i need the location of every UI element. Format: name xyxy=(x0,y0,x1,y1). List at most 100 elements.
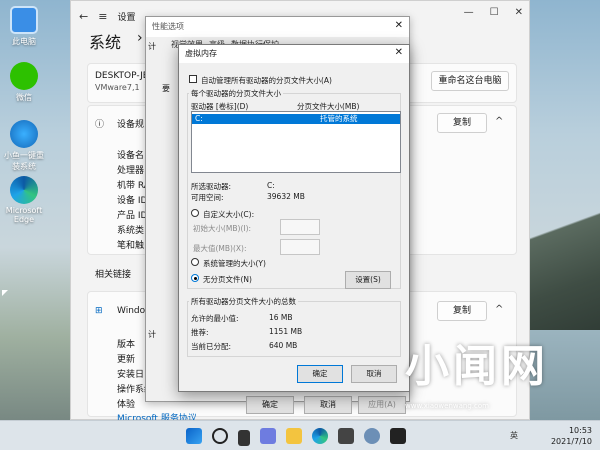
recommended-label: 推荐: xyxy=(191,328,209,337)
edge-icon[interactable] xyxy=(312,428,328,444)
dialog-title: 性能选项 xyxy=(146,17,409,37)
free-space-value: 39632 MB xyxy=(267,192,305,201)
min-allowed-value: 16 MB xyxy=(269,313,293,322)
desktop-icon-reinstall[interactable]: 小鱼一键重装系统 xyxy=(4,120,44,172)
spec-label: 系统类 xyxy=(117,226,145,236)
custom-size-radio[interactable] xyxy=(191,209,199,217)
min-allowed-label: 允许的最小值: xyxy=(191,314,239,323)
current-allocated-label: 当前已分配: xyxy=(191,342,232,351)
edge-icon xyxy=(10,176,38,204)
selected-drive-value: C: xyxy=(267,181,275,190)
spec-label: 处理器 xyxy=(117,166,145,176)
system-managed-label: 系统管理的大小(Y) xyxy=(203,259,266,268)
window-title: 设置 xyxy=(117,12,136,23)
selected-drive-label: 所选驱动器: xyxy=(191,182,232,191)
widgets-icon[interactable] xyxy=(260,428,276,444)
spec-label: 设备 ID xyxy=(117,196,148,206)
app-icon[interactable] xyxy=(390,428,406,444)
perf-side-label: 要 xyxy=(162,84,170,93)
perf-side-label: 计 xyxy=(148,42,156,51)
drive-row[interactable]: C: 托管的系统 xyxy=(192,114,400,124)
task-view-icon[interactable] xyxy=(238,430,250,446)
perf-cancel-button[interactable]: 取消 xyxy=(304,396,352,414)
start-icon[interactable] xyxy=(186,428,202,444)
store-icon[interactable] xyxy=(338,428,354,444)
clock-time: 10:53 xyxy=(568,426,592,435)
minimize-icon[interactable]: — xyxy=(464,7,474,18)
close-icon[interactable]: ✕ xyxy=(395,47,403,58)
related-links-label: 相关链接 xyxy=(95,270,132,280)
desktop-icon-label: Microsoft Edge xyxy=(5,206,43,224)
initial-size-input[interactable] xyxy=(280,219,320,235)
close-icon[interactable]: ✕ xyxy=(515,7,523,18)
drive-letter: C: xyxy=(195,114,203,123)
desktop-icon-label: 微信 xyxy=(16,93,32,102)
chevron-up-icon[interactable]: ^ xyxy=(495,304,503,315)
max-size-label: 最大值(MB)(X): xyxy=(193,244,247,253)
spec-label: 设备名 xyxy=(117,151,145,161)
taskbar: 英 10:53 2021/7/10 xyxy=(0,420,600,450)
watermark-text: 小闻网 xyxy=(405,341,549,392)
recommended-value: 1151 MB xyxy=(269,327,303,336)
no-paging-radio[interactable] xyxy=(191,274,199,282)
max-size-input[interactable] xyxy=(280,239,320,255)
breadcrumb-chevron-icon: › xyxy=(137,30,143,46)
app-icon xyxy=(10,120,38,148)
set-button[interactable]: 设置(S) xyxy=(345,271,391,289)
desktop-icon-edge[interactable]: Microsoft Edge xyxy=(4,176,44,224)
drive-size: 托管的系统 xyxy=(320,114,358,123)
auto-manage-checkbox[interactable] xyxy=(189,75,197,83)
custom-size-label: 自定义大小(C): xyxy=(203,210,255,219)
drive-list[interactable]: C: 托管的系统 xyxy=(191,111,401,173)
wechat-icon xyxy=(10,62,38,90)
windows-logo-icon: ⊞ xyxy=(95,306,103,316)
perf-apply-button[interactable]: 应用(A) xyxy=(358,396,406,414)
clock[interactable]: 10:53 2021/7/10 xyxy=(551,425,592,447)
maximize-icon[interactable]: ☐ xyxy=(490,7,499,18)
spec-label: 安装日 xyxy=(117,370,145,380)
info-icon: ⓘ xyxy=(95,120,105,130)
virtual-memory-dialog: 虚拟内存 ✕ 自动管理所有驱动器的分页文件大小(A) 每个驱动器的分页文件大小 … xyxy=(178,44,410,392)
vm-ok-button[interactable]: 确定 xyxy=(297,365,343,383)
watermark: 小闻网 www.xiaowenwang.com xyxy=(405,330,575,420)
monitor-icon xyxy=(10,6,38,34)
spec-label: 更新 xyxy=(117,355,136,365)
no-paging-label: 无分页文件(N) xyxy=(203,275,252,284)
back-arrow-icon[interactable]: ← xyxy=(79,10,88,23)
copy-device-spec-button[interactable]: 复制 xyxy=(437,113,487,133)
desktop-icon-this-pc[interactable]: 此电脑 xyxy=(4,6,44,47)
copy-windows-spec-button[interactable]: 复制 xyxy=(437,301,487,321)
close-icon[interactable]: ✕ xyxy=(395,20,403,31)
spec-label: 体验 xyxy=(117,400,136,410)
mouse-cursor-icon xyxy=(2,290,8,296)
initial-size-label: 初始大小(MB)(I): xyxy=(193,224,252,233)
page-title: 系统 xyxy=(89,33,122,52)
search-icon[interactable] xyxy=(212,428,228,444)
file-explorer-icon[interactable] xyxy=(286,428,302,444)
spec-label: 版本 xyxy=(117,340,136,350)
clock-date: 2021/7/10 xyxy=(550,437,592,446)
system-managed-radio[interactable] xyxy=(191,258,199,266)
per-drive-group-label: 每个驱动器的分页文件大小 xyxy=(189,88,283,99)
spec-label: 产品 ID xyxy=(117,211,148,221)
settings-gear-icon[interactable] xyxy=(364,428,380,444)
current-allocated-value: 640 MB xyxy=(269,341,298,350)
total-group-label: 所有驱动器分页文件大小的总数 xyxy=(189,296,298,307)
perf-side-label: 计 xyxy=(148,330,156,339)
rename-pc-button[interactable]: 重命名这台电脑 xyxy=(431,71,509,91)
desktop-icon-label: 此电脑 xyxy=(12,37,36,46)
auto-manage-label: 自动管理所有驱动器的分页文件大小(A) xyxy=(201,76,332,85)
vm-cancel-button[interactable]: 取消 xyxy=(351,365,397,383)
chevron-up-icon[interactable]: ^ xyxy=(495,116,503,127)
perf-ok-button[interactable]: 确定 xyxy=(246,396,294,414)
window-controls: — ☐ ✕ xyxy=(464,7,523,18)
menu-icon[interactable]: ≡ xyxy=(98,10,107,23)
taskbar-apps xyxy=(186,428,406,446)
device-model: VMware7,1 xyxy=(95,83,140,92)
device-spec-title: 设备规 xyxy=(117,120,145,130)
watermark-url: www.xiaowenwang.com xyxy=(405,402,489,410)
free-space-label: 可用空间: xyxy=(191,193,224,202)
desktop-icon-wechat[interactable]: 微信 xyxy=(4,62,44,103)
spec-label: 笔和触 xyxy=(117,241,145,251)
input-method-indicator[interactable]: 英 xyxy=(510,430,518,441)
